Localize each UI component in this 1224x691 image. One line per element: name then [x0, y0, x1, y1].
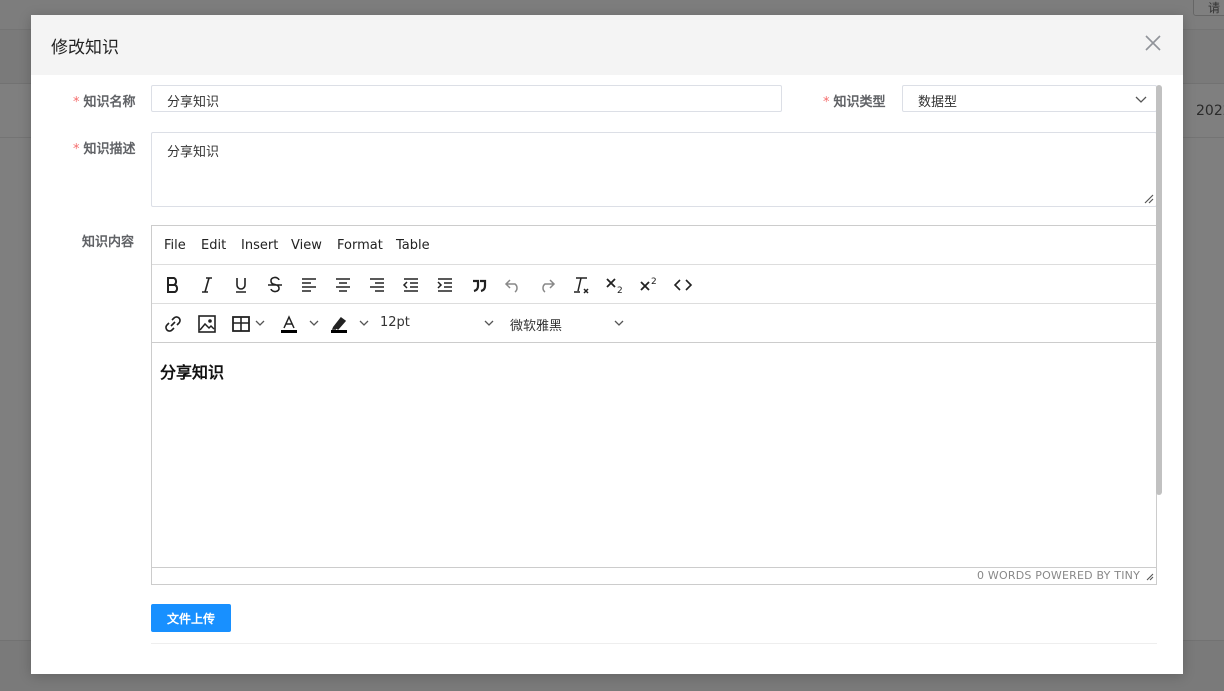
description-value: 分享知识 — [167, 145, 220, 160]
resize-grip-icon[interactable] — [1142, 192, 1154, 204]
font-family-select[interactable]: 微软雅黑 — [510, 315, 562, 334]
chevron-down-icon[interactable] — [254, 317, 266, 329]
link-icon[interactable] — [162, 313, 184, 335]
highlight-icon[interactable] — [328, 313, 350, 335]
desc-label-text: 知识描述 — [83, 142, 136, 157]
outdent-icon[interactable] — [400, 274, 422, 296]
superscript-icon[interactable]: 2 — [638, 274, 660, 296]
type-select-value: 数据型 — [918, 95, 958, 110]
type-label-text: 知识类型 — [833, 95, 886, 110]
menu-format[interactable]: Format — [337, 238, 383, 253]
align-left-icon[interactable] — [298, 274, 320, 296]
svg-text:2: 2 — [651, 277, 657, 287]
editor-toolbar-formatting: 2 2 — [152, 265, 1156, 304]
menu-table[interactable]: Table — [396, 238, 430, 253]
chevron-down-icon — [1135, 96, 1147, 103]
indent-icon[interactable] — [434, 274, 456, 296]
undo-icon[interactable] — [502, 274, 524, 296]
dialog-body: * 知识名称 分享知识 * 知识类型 数据型 * 知识描述 分享知识 知识内容 Fil… — [31, 75, 1183, 674]
name-label: * 知识名称 — [73, 91, 136, 110]
image-icon[interactable] — [196, 313, 218, 335]
font-size-select[interactable]: 12pt — [380, 315, 410, 330]
align-right-icon[interactable] — [366, 274, 388, 296]
status-text: 0 WORDS POWERED BY TINY — [977, 569, 1140, 582]
svg-text:2: 2 — [617, 286, 623, 296]
editor-statusbar: 0 WORDS POWERED BY TINY — [152, 567, 1156, 584]
dialog-title: 修改知识 — [51, 38, 119, 58]
underline-icon[interactable] — [230, 274, 252, 296]
table-icon[interactable] — [230, 313, 252, 335]
rich-text-editor: File Edit Insert View Format Table 2 2 1… — [151, 225, 1157, 585]
resize-grip-icon[interactable] — [1144, 571, 1154, 581]
chevron-down-icon[interactable] — [483, 317, 495, 329]
scrollbar-thumb[interactable] — [1156, 85, 1162, 495]
menu-edit[interactable]: Edit — [201, 238, 226, 253]
upload-button[interactable]: 文件上传 — [151, 604, 231, 632]
required-mark: * — [73, 142, 80, 157]
required-mark: * — [73, 95, 80, 110]
text-color-icon[interactable] — [278, 313, 300, 335]
description-textarea[interactable]: 分享知识 — [151, 132, 1157, 207]
close-icon[interactable] — [1143, 33, 1163, 53]
redo-icon[interactable] — [536, 274, 558, 296]
editor-toolbar-insert: 12pt 微软雅黑 — [152, 304, 1156, 343]
bold-icon[interactable] — [162, 274, 184, 296]
type-label: * 知识类型 — [823, 91, 886, 110]
editor-content-text: 分享知识 — [160, 363, 225, 382]
menu-view[interactable]: View — [291, 238, 322, 253]
name-input[interactable]: 分享知识 — [151, 85, 782, 112]
required-mark: * — [823, 95, 830, 110]
align-center-icon[interactable] — [332, 274, 354, 296]
chevron-down-icon[interactable] — [358, 317, 370, 329]
content-label: 知识内容 — [82, 235, 135, 250]
editor-menubar: File Edit Insert View Format Table — [152, 226, 1156, 265]
edit-knowledge-dialog: 修改知识 * 知识名称 分享知识 * 知识类型 数据型 * 知识描述 分享知识 知识内… — [31, 15, 1183, 674]
italic-icon[interactable] — [196, 274, 218, 296]
desc-label: * 知识描述 — [73, 138, 136, 157]
divider — [151, 643, 1157, 644]
menu-insert[interactable]: Insert — [241, 238, 278, 253]
editor-content-area[interactable]: 分享知识 — [152, 343, 1156, 567]
clear-format-icon[interactable] — [570, 274, 592, 296]
chevron-down-icon[interactable] — [308, 317, 320, 329]
type-select[interactable]: 数据型 — [902, 85, 1157, 112]
blockquote-icon[interactable] — [468, 274, 490, 296]
strikethrough-icon[interactable] — [264, 274, 286, 296]
dialog-header: 修改知识 — [31, 15, 1183, 75]
subscript-icon[interactable]: 2 — [604, 274, 626, 296]
name-label-text: 知识名称 — [83, 95, 136, 110]
chevron-down-icon[interactable] — [613, 317, 625, 329]
code-icon[interactable] — [672, 274, 694, 296]
menu-file[interactable]: File — [164, 238, 186, 253]
